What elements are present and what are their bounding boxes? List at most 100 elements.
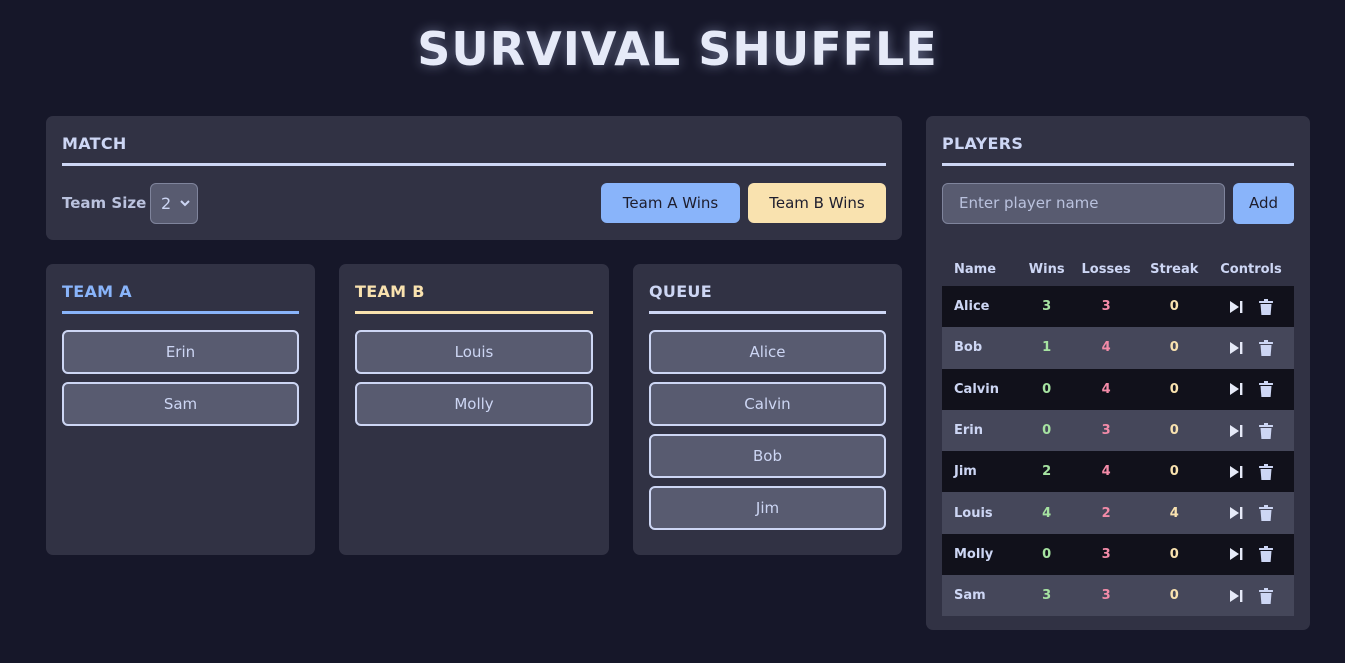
player-name: Calvin	[942, 368, 1022, 410]
team-b-list: Louis Molly	[355, 330, 593, 426]
col-streak: Streak	[1150, 261, 1199, 277]
player-wins: 3	[1021, 286, 1072, 328]
players-panel: PLAYERS Enter player name Add Name Wins …	[926, 116, 1310, 630]
skip-next-icon[interactable]	[1229, 547, 1243, 561]
team-a-panel: TEAM A Erin Sam	[46, 264, 315, 555]
players-heading: PLAYERS	[942, 134, 1294, 166]
match-heading: MATCH	[62, 134, 886, 166]
player-streak: 0	[1140, 409, 1208, 452]
player-losses: 3	[1071, 533, 1141, 576]
player-name: Jim	[942, 451, 1022, 493]
player-streak: 0	[1140, 286, 1208, 328]
team-size-select[interactable]: 2	[150, 183, 198, 224]
player-wins: 4	[1021, 492, 1072, 534]
queue-player[interactable]: Jim	[649, 486, 886, 530]
player-controls	[1208, 533, 1294, 576]
queue-panel: QUEUE Alice Calvin Bob Jim	[633, 264, 902, 555]
player-controls	[1208, 451, 1294, 493]
match-controls: Team Size 2 Team A Wins Team B Wins	[62, 183, 886, 224]
trash-icon[interactable]	[1259, 381, 1273, 398]
skip-next-icon[interactable]	[1229, 506, 1243, 520]
add-player-button[interactable]: Add	[1233, 183, 1294, 224]
table-header-row: Name Wins Losses Streak Controls	[942, 252, 1294, 286]
table-row: Bob 1 4 0	[942, 327, 1294, 369]
queue-heading: QUEUE	[649, 282, 886, 314]
skip-next-icon[interactable]	[1229, 341, 1243, 355]
player-losses: 4	[1071, 451, 1141, 493]
team-a-list: Erin Sam	[62, 330, 299, 426]
match-panel: MATCH Team Size 2 Team A Wins Team B Win…	[46, 116, 902, 240]
player-controls	[1208, 575, 1294, 617]
trash-icon[interactable]	[1259, 463, 1273, 480]
player-streak: 0	[1140, 451, 1208, 493]
app-title: SURVIVAL SHUFFLE	[417, 22, 938, 76]
add-player-row: Enter player name Add	[942, 183, 1294, 224]
table-row: Louis 4 2 4	[942, 492, 1294, 534]
team-b-wins-button[interactable]: Team B Wins	[748, 183, 886, 223]
player-streak: 0	[1140, 575, 1208, 617]
skip-next-icon[interactable]	[1229, 465, 1243, 479]
queue-player[interactable]: Calvin	[649, 382, 886, 426]
player-losses: 3	[1071, 409, 1141, 452]
player-wins: 0	[1021, 409, 1072, 452]
player-name: Bob	[942, 327, 1022, 369]
trash-icon[interactable]	[1259, 505, 1273, 522]
team-a-player[interactable]: Erin	[62, 330, 299, 374]
trash-icon[interactable]	[1259, 298, 1273, 315]
player-name: Louis	[942, 492, 1022, 534]
trash-icon[interactable]	[1259, 587, 1273, 604]
table-row: Calvin 0 4 0	[942, 368, 1294, 410]
queue-list: Alice Calvin Bob Jim	[649, 330, 886, 530]
player-controls	[1208, 409, 1294, 452]
player-losses: 4	[1071, 327, 1141, 369]
team-a-player[interactable]: Sam	[62, 382, 299, 426]
skip-next-icon[interactable]	[1229, 424, 1243, 438]
player-losses: 3	[1071, 575, 1141, 617]
chevron-down-icon	[180, 184, 190, 239]
skip-next-icon[interactable]	[1229, 300, 1243, 314]
team-a-wins-button[interactable]: Team A Wins	[601, 183, 740, 223]
player-controls	[1208, 492, 1294, 534]
team-size-value: 2	[161, 194, 172, 213]
col-name: Name	[954, 261, 997, 277]
table-row: Jim 2 4 0	[942, 451, 1294, 493]
player-wins: 2	[1021, 451, 1072, 493]
col-losses: Losses	[1081, 261, 1131, 277]
player-streak: 0	[1140, 533, 1208, 576]
players-table-body: Alice 3 3 0 Bob 1 4 0 Calvin 0 4 0 Erin 0 3 0 Jim 2 4 0 Loui…	[942, 286, 1294, 617]
team-b-player[interactable]: Molly	[355, 382, 593, 426]
player-name-input[interactable]: Enter player name	[942, 183, 1225, 224]
player-wins: 1	[1021, 327, 1072, 369]
player-name: Erin	[942, 409, 1022, 452]
player-name: Alice	[942, 286, 1022, 328]
queue-player[interactable]: Alice	[649, 330, 886, 374]
skip-next-icon[interactable]	[1229, 382, 1243, 396]
team-b-heading: TEAM B	[355, 282, 593, 314]
player-losses: 2	[1071, 492, 1141, 534]
player-controls	[1208, 368, 1294, 410]
player-losses: 4	[1071, 368, 1141, 410]
player-name: Sam	[942, 575, 1022, 617]
col-controls: Controls	[1220, 261, 1282, 277]
player-streak: 4	[1140, 492, 1208, 534]
player-controls	[1208, 286, 1294, 328]
col-wins: Wins	[1028, 261, 1065, 277]
player-wins: 0	[1021, 368, 1072, 410]
team-size-label: Team Size	[62, 194, 147, 212]
table-row: Molly 0 3 0	[942, 533, 1294, 576]
table-row: Sam 3 3 0	[942, 575, 1294, 617]
player-streak: 0	[1140, 327, 1208, 369]
player-name: Molly	[942, 533, 1022, 576]
player-wins: 3	[1021, 575, 1072, 617]
table-row: Erin 0 3 0	[942, 409, 1294, 452]
queue-player[interactable]: Bob	[649, 434, 886, 478]
trash-icon[interactable]	[1259, 339, 1273, 356]
trash-icon[interactable]	[1259, 422, 1273, 439]
team-a-heading: TEAM A	[62, 282, 299, 314]
trash-icon[interactable]	[1259, 546, 1273, 563]
team-b-player[interactable]: Louis	[355, 330, 593, 374]
player-wins: 0	[1021, 533, 1072, 576]
skip-next-icon[interactable]	[1229, 589, 1243, 603]
team-b-panel: TEAM B Louis Molly	[339, 264, 609, 555]
player-streak: 0	[1140, 368, 1208, 410]
